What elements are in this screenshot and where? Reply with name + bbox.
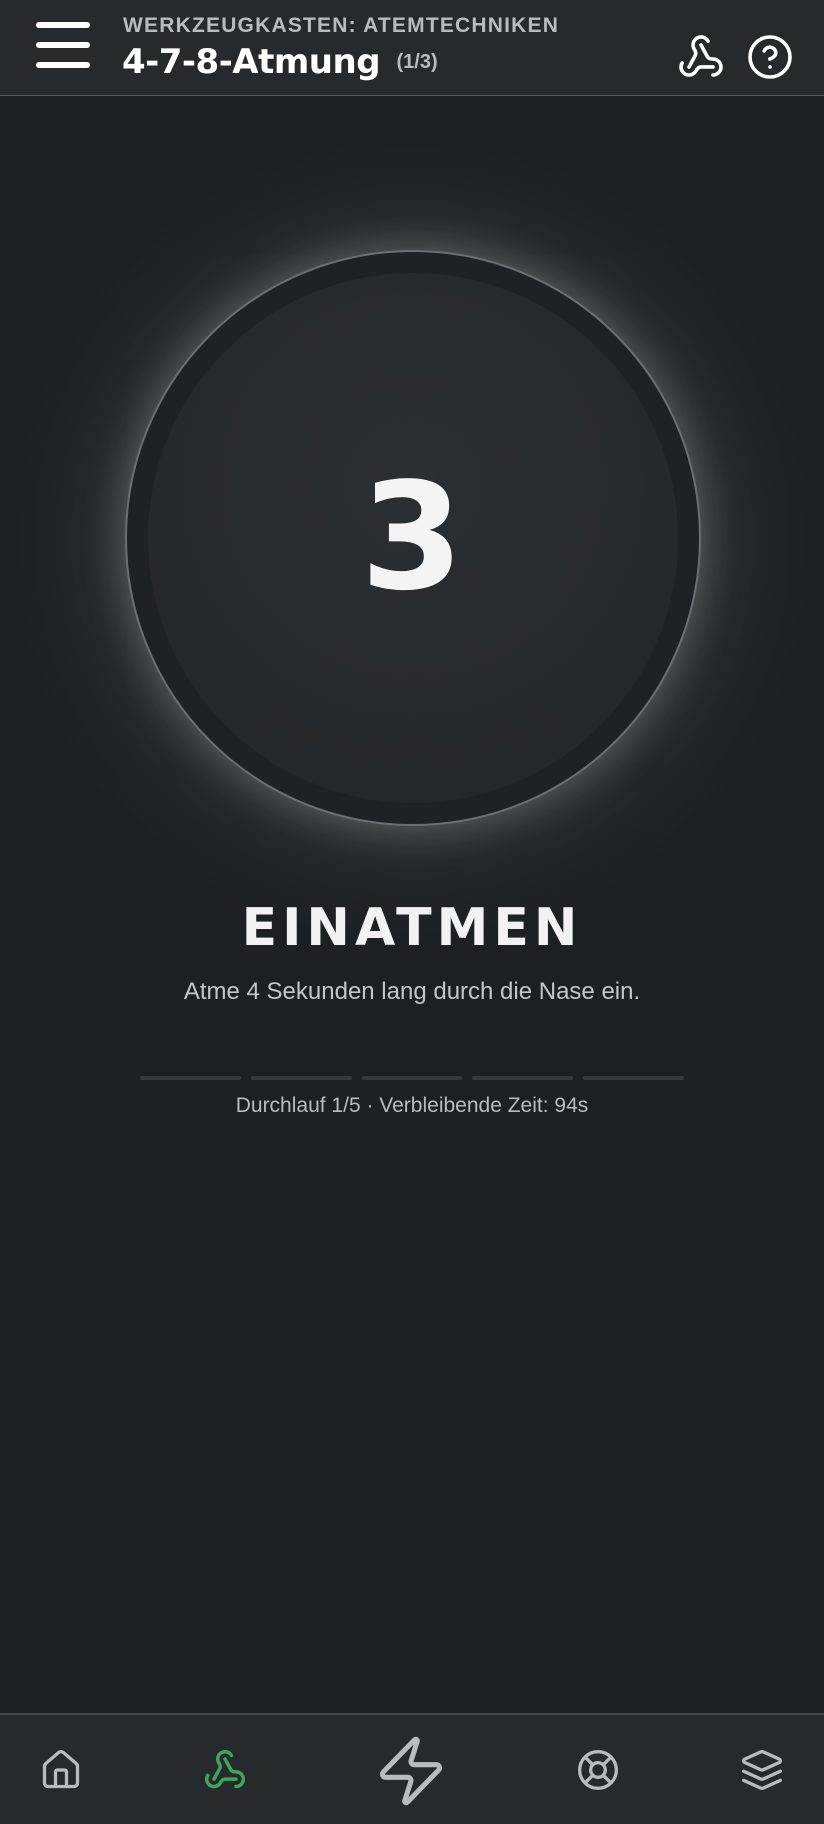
breathing-icon[interactable] (677, 33, 725, 81)
header-title-row: 4-7-8-Atmung (1/3) (122, 42, 438, 86)
cycle-progress-segment (140, 1076, 241, 1080)
help-icon[interactable] (746, 33, 794, 81)
home-icon[interactable] (39, 1748, 83, 1792)
lightning-icon[interactable] (373, 1733, 449, 1809)
cycle-progress-segment (250, 1076, 352, 1080)
cycle-progress-segment (361, 1076, 463, 1080)
phase-instruction: Atme 4 Sekunden lang durch die Nase ein. (183, 978, 641, 1005)
page-title: 4-7-8-Atmung (122, 42, 381, 82)
breathing-nav-icon[interactable] (203, 1748, 247, 1792)
app-root: WERKZEUGKASTEN: ATEMTECHNIKEN 4-7-8-Atmu… (0, 0, 824, 1824)
cycle-progress-segment (583, 1076, 684, 1080)
lifebuoy-icon[interactable] (576, 1748, 620, 1792)
step-indicator: (1/3) (396, 50, 438, 73)
header-kicker: WERKZEUGKASTEN: ATEMTECHNIKEN (123, 14, 560, 37)
bottom-navigation (0, 1713, 824, 1824)
cycle-progress-segment (472, 1076, 574, 1080)
menu-icon[interactable] (30, 20, 94, 76)
countdown-number: 3 (360, 451, 464, 623)
phase-label: EINATMEN (241, 898, 583, 958)
cycle-progress (140, 1076, 684, 1080)
cycle-status: Durchlauf 1/5 · Verbleibende Zeit: 94s (235, 1094, 589, 1117)
top-app-bar: WERKZEUGKASTEN: ATEMTECHNIKEN 4-7-8-Atmu… (0, 0, 824, 96)
layers-icon[interactable] (740, 1748, 784, 1792)
